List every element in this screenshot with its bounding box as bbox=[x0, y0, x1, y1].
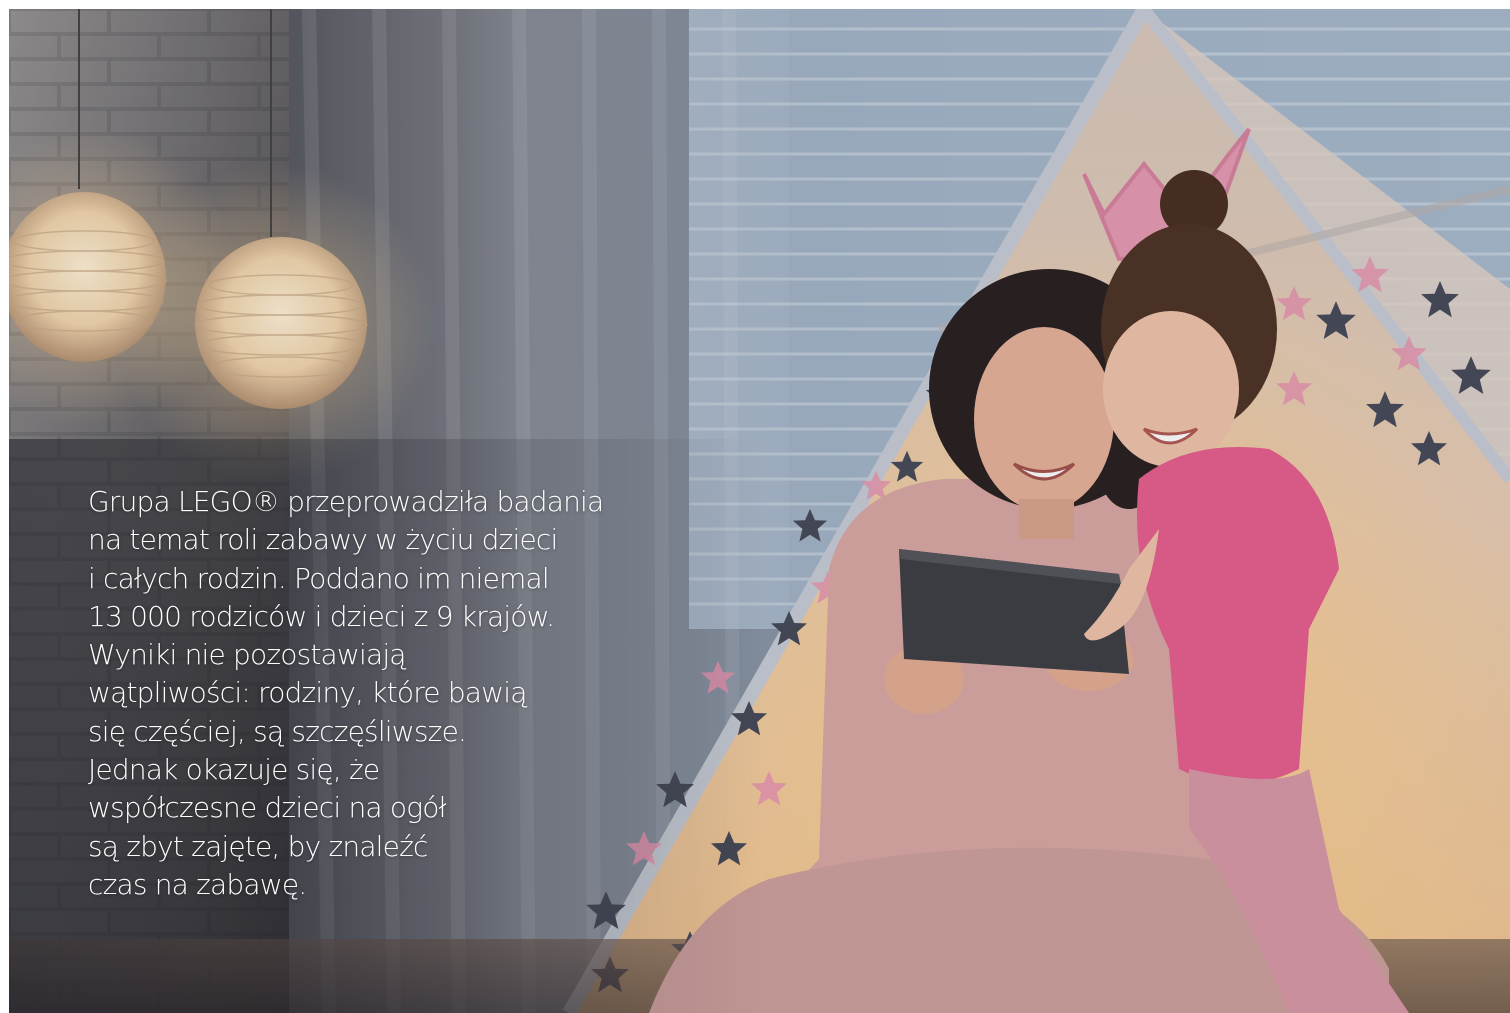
intro-line: Grupa LEGO® przeprowadziła badania bbox=[88, 485, 604, 518]
intro-line: współczesne dzieci na ogół bbox=[88, 791, 447, 825]
hero-banner: Grupa LEGO® przeprowadziła badania na te… bbox=[9, 9, 1510, 1013]
intro-line: na temat roli zabawy w życiu dzieci bbox=[88, 523, 558, 557]
intro-line: się częściej, są szczęśliwsze. bbox=[88, 714, 467, 748]
intro-line: są zbyt zajęte, by znaleźć bbox=[88, 829, 428, 863]
intro-line: Jednak okazuje się, że bbox=[88, 753, 380, 787]
intro-line: i całych rodzin. Poddano im niemal bbox=[88, 561, 550, 595]
intro-line: czas na zabawę. bbox=[88, 867, 307, 901]
intro-paragraph: Grupa LEGO® przeprowadziła badania na te… bbox=[88, 483, 728, 904]
intro-line: Wyniki nie pozostawiają bbox=[88, 638, 406, 672]
intro-line: 13 000 rodziców i dzieci z 9 krajów. bbox=[88, 599, 555, 633]
intro-line: wątpliwości: rodziny, które bawią bbox=[88, 676, 527, 710]
